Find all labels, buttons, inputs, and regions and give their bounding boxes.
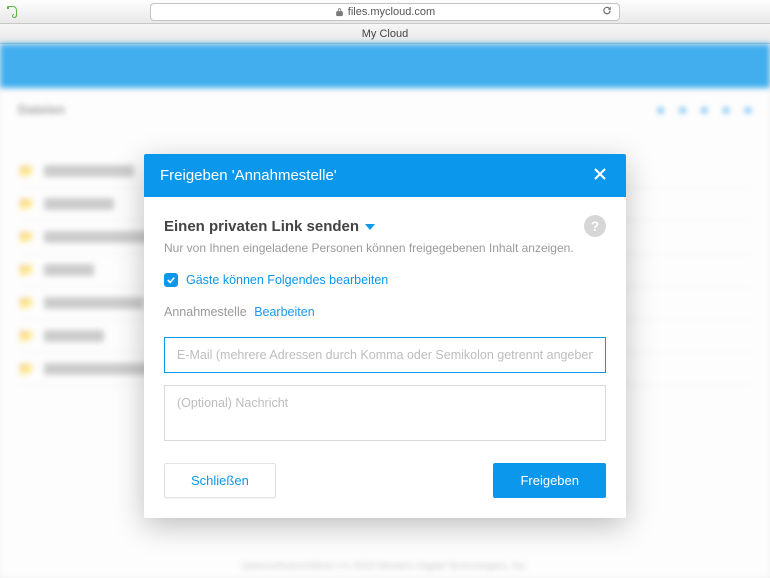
edit-link[interactable]: Bearbeiten xyxy=(254,305,314,319)
reload-icon[interactable] xyxy=(601,4,613,19)
shared-item-name: Annahmestelle xyxy=(164,305,247,319)
url-text: files.mycloud.com xyxy=(348,6,435,18)
browser-tab[interactable]: My Cloud xyxy=(0,24,770,44)
email-input[interactable] xyxy=(164,337,606,373)
close-button[interactable]: Schließen xyxy=(164,463,276,498)
privacy-description: Nur von Ihnen eingeladene Personen könne… xyxy=(164,241,606,255)
modal-title: Freigeben 'Annahmestelle' xyxy=(160,167,337,184)
share-button[interactable]: Freigeben xyxy=(493,463,606,498)
tab-title: My Cloud xyxy=(362,28,408,40)
guests-edit-label[interactable]: Gäste können Folgendes bearbeiten xyxy=(186,273,388,287)
close-icon[interactable] xyxy=(590,164,610,187)
guests-edit-checkbox[interactable] xyxy=(164,273,178,287)
address-bar[interactable]: files.mycloud.com xyxy=(150,3,620,21)
modal-header: Freigeben 'Annahmestelle' xyxy=(144,154,626,197)
help-icon[interactable]: ? xyxy=(584,215,606,237)
message-input[interactable] xyxy=(164,385,606,441)
browser-toolbar: files.mycloud.com xyxy=(0,0,770,24)
lock-icon xyxy=(335,7,344,17)
caret-down-icon xyxy=(365,219,375,234)
share-modal: Freigeben 'Annahmestelle' Einen privaten… xyxy=(144,154,626,518)
privacy-title: Einen privaten Link senden xyxy=(164,218,359,235)
modal-overlay: Freigeben 'Annahmestelle' Einen privaten… xyxy=(0,44,770,578)
evernote-icon[interactable] xyxy=(4,4,20,20)
privacy-dropdown[interactable]: Einen privaten Link senden xyxy=(164,218,375,235)
shared-item-line: Annahmestelle Bearbeiten xyxy=(164,305,606,319)
